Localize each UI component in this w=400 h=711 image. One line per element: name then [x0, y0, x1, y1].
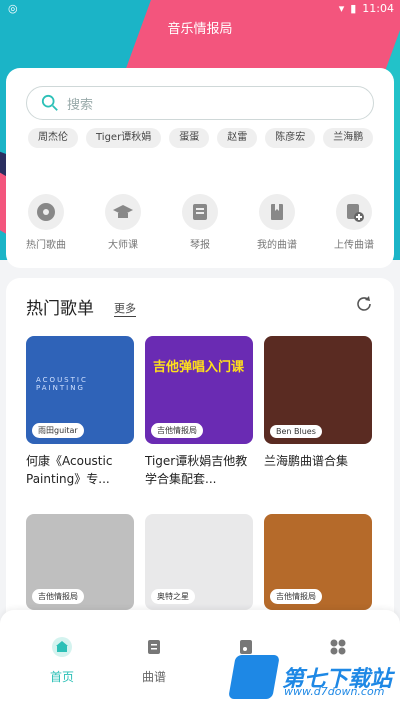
more-link[interactable]: 更多: [114, 300, 136, 317]
tab-scores[interactable]: 曲谱: [124, 636, 184, 685]
tab-home[interactable]: 首页: [32, 636, 92, 685]
watermark: 第七下载站 www.d7down.com: [228, 655, 392, 699]
playlist-card[interactable]: Ben Blues 兰海鹏曲谱合集: [264, 336, 372, 488]
playlist-card[interactable]: 吉他情报局: [264, 514, 372, 610]
hot-playlists-section: 热门歌单 更多 ACOUSTIC PAINTING 雨田guitar 何康《Ac…: [6, 278, 394, 628]
tag-item[interactable]: 兰海鹏: [323, 128, 374, 148]
playlist-title: Tiger谭秋娟吉他教学合集配套...: [145, 454, 248, 486]
quick-label: 我的曲谱: [257, 240, 297, 251]
playlist-card[interactable]: 吉他弹唱入门课 吉他情报局 Tiger谭秋娟吉他教学合集配套...: [145, 336, 253, 488]
playlist-cover: 奥特之星: [145, 514, 253, 610]
tab-label: 曲谱: [141, 670, 166, 684]
playlist-cover: 吉他情报局: [26, 514, 134, 610]
watermark-logo: [228, 655, 280, 699]
playlist-badge: Ben Blues: [270, 425, 322, 438]
quick-label: 大师课: [108, 240, 138, 251]
watermark-url: www.d7down.com: [283, 685, 385, 698]
quick-label: 热门歌曲: [26, 240, 66, 251]
tag-item[interactable]: 陈彦宏: [265, 128, 316, 148]
disc-icon: [37, 203, 55, 221]
cover-text: ACOUSTIC PAINTING: [36, 376, 88, 392]
home-icon: [52, 637, 72, 657]
status-bar: ◎ ▾ ▮ 11:04: [0, 0, 400, 18]
search-input[interactable]: 搜索: [26, 86, 374, 120]
playlist-card[interactable]: ACOUSTIC PAINTING 雨田guitar 何康《Acoustic P…: [26, 336, 134, 488]
cover-text: 吉他弹唱入门课: [153, 360, 245, 375]
quick-actions: 热门歌曲 大师课 琴报 我的曲谱 上传曲谱: [16, 194, 384, 251]
tag-item[interactable]: 赵雷: [217, 128, 258, 148]
playlist-badge: 吉他情报局: [151, 423, 203, 438]
playlist-badge: 吉他情报局: [32, 589, 84, 604]
search-icon: [41, 94, 58, 111]
quick-hot-songs[interactable]: 热门歌曲: [16, 194, 76, 251]
hot-tags: 周杰伦 Tiger谭秋娟 蛋蛋 赵雷 陈彦宏 兰海鹏: [28, 128, 378, 148]
top-card: 搜索 周杰伦 Tiger谭秋娟 蛋蛋 赵雷 陈彦宏 兰海鹏 热门歌曲 大师课 琴…: [6, 68, 394, 268]
refresh-icon[interactable]: [354, 294, 374, 314]
playlist-cover: 吉他情报局: [264, 514, 372, 610]
quick-master-class[interactable]: 大师课: [93, 194, 153, 251]
quick-label: 琴报: [190, 240, 210, 251]
tag-item[interactable]: 周杰伦: [28, 128, 78, 148]
score-icon: [148, 640, 160, 654]
graduation-cap-icon: [113, 205, 133, 218]
playlist-card[interactable]: 奥特之星: [145, 514, 253, 610]
section-title: 热门歌单: [26, 299, 94, 319]
playlist-card[interactable]: 吉他情报局: [26, 514, 134, 610]
playlist-badge: 吉他情报局: [270, 589, 322, 604]
playlist-badge: 雨田guitar: [32, 423, 84, 438]
quick-upload-scores[interactable]: 上传曲谱: [324, 194, 384, 251]
wifi-icon: ▾: [338, 2, 345, 15]
playlist-title: 何康《Acoustic Painting》专...: [26, 454, 113, 486]
status-time: 11:04: [362, 2, 394, 15]
playlist-cover: Ben Blues: [264, 336, 372, 444]
battery-icon: ▮: [350, 2, 357, 15]
tag-item[interactable]: Tiger谭秋娟: [86, 128, 162, 148]
tag-item[interactable]: 蛋蛋: [169, 128, 210, 148]
news-icon: [193, 204, 207, 220]
upload-score-icon: [347, 204, 364, 222]
quick-label: 上传曲谱: [334, 240, 374, 251]
bookmark-icon: [271, 204, 283, 220]
app-title: 音乐情报局: [167, 22, 233, 37]
notification-icon: ◎: [8, 2, 18, 15]
quick-my-scores[interactable]: 我的曲谱: [247, 194, 307, 251]
search-placeholder: 搜索: [67, 97, 94, 113]
playlist-cover: 吉他弹唱入门课 吉他情报局: [145, 336, 253, 444]
playlist-title: 兰海鹏曲谱合集: [264, 454, 349, 468]
quick-news[interactable]: 琴报: [170, 194, 230, 251]
playlist-cover: ACOUSTIC PAINTING 雨田guitar: [26, 336, 134, 444]
playlist-badge: 奥特之星: [151, 589, 195, 604]
tab-label: 首页: [49, 670, 74, 684]
